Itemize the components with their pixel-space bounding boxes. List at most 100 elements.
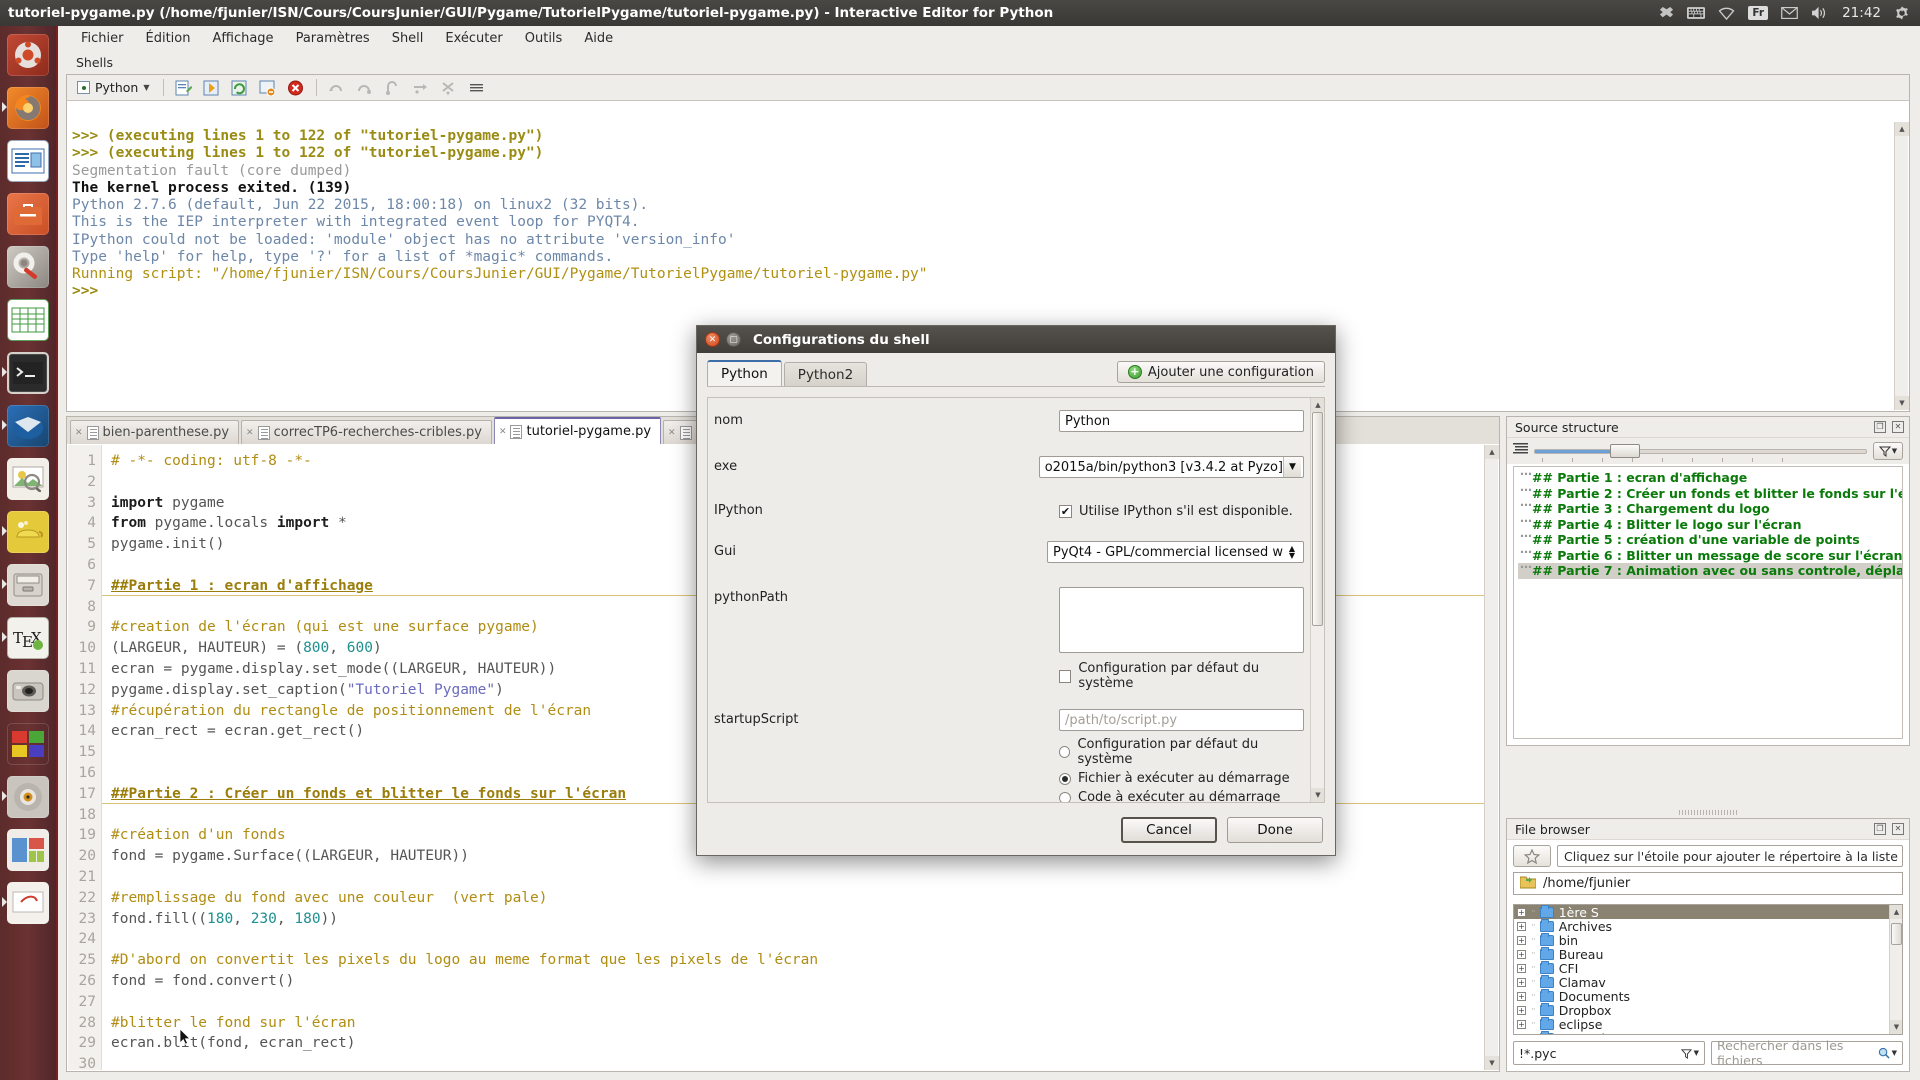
- power-gear-icon[interactable]: [1894, 5, 1910, 21]
- expand-icon[interactable]: +: [1517, 963, 1526, 973]
- wifi-icon[interactable]: [1718, 7, 1735, 20]
- pythonpath-default-checkbox[interactable]: [1059, 669, 1072, 683]
- tree-row[interactable]: + ·· Archives: [1514, 918, 1902, 934]
- radio-default[interactable]: [1059, 746, 1071, 758]
- pythonpath-textarea[interactable]: [1059, 587, 1304, 653]
- file-tree-scrollbar[interactable]: ▲ ▼: [1889, 905, 1902, 1034]
- launcher-item-firefox[interactable]: [2, 83, 54, 133]
- menu-aide[interactable]: Aide: [573, 28, 624, 49]
- expand-icon[interactable]: +: [1517, 907, 1526, 917]
- close-icon[interactable]: ✕: [499, 427, 507, 437]
- close-icon[interactable]: ✕: [705, 332, 720, 347]
- source-item[interactable]: ## Partie 3 : Chargement du logo: [1518, 498, 1902, 517]
- scroll-up-icon[interactable]: ▲: [1895, 122, 1909, 136]
- launcher-item-texmaker[interactable]: TEX: [2, 613, 54, 663]
- expand-icon[interactable]: +: [1517, 991, 1526, 1001]
- launcher-item-file-archiver[interactable]: [2, 560, 54, 610]
- filter-button[interactable]: ▼: [1873, 442, 1903, 460]
- close-icon[interactable]: ✕: [668, 428, 676, 438]
- mail-icon[interactable]: [1781, 7, 1798, 19]
- dock-splitter-handle[interactable]: [1678, 810, 1738, 815]
- menu-executer[interactable]: Exécuter: [434, 28, 513, 49]
- launcher-item-audio-player[interactable]: [2, 772, 54, 822]
- dialog-tab-python[interactable]: Python: [707, 360, 782, 386]
- launcher-item-colored-blocks[interactable]: [2, 719, 54, 769]
- menu-edition[interactable]: Édition: [135, 28, 202, 49]
- tree-row[interactable]: + ·· Bureau: [1514, 946, 1902, 962]
- scrollbar-thumb[interactable]: [1891, 923, 1902, 945]
- done-button[interactable]: Done: [1227, 817, 1323, 843]
- launcher-item-image-viewer[interactable]: [2, 454, 54, 504]
- tree-row[interactable]: + ·· CFI: [1514, 960, 1902, 976]
- launcher-item-iep-python-editor[interactable]: [2, 878, 54, 928]
- launcher-item-libreoffice-calc[interactable]: [2, 295, 54, 345]
- close-dock-icon[interactable]: ✕: [1892, 823, 1904, 835]
- ipython-checkbox-row[interactable]: ✔ Utilise IPython s'il est disponible.: [1059, 500, 1304, 519]
- menu-shell[interactable]: Shell: [381, 28, 435, 49]
- launcher-item-genie-lamp[interactable]: [2, 507, 54, 557]
- tree-row[interactable]: + ·· eclipse: [1514, 1016, 1902, 1032]
- exe-combobox[interactable]: o2015a/bin/python3 [v3.4.2 at Pyzo] ▼: [1038, 456, 1304, 478]
- form-scrollbar[interactable]: ▲ ▼: [1310, 398, 1324, 802]
- radio-code[interactable]: [1059, 791, 1071, 802]
- menu-fichier[interactable]: Fichier: [70, 28, 135, 49]
- close-icon[interactable]: ✕: [246, 428, 254, 438]
- tree-row[interactable]: + ·· Clamav: [1514, 974, 1902, 990]
- dialog-titlebar[interactable]: ✕ ▢ Configurations du shell: [697, 326, 1335, 353]
- scroll-up-icon[interactable]: ▲: [1485, 445, 1499, 459]
- file-browser-path-field[interactable]: /home/fjunier: [1513, 872, 1903, 895]
- expand-icon[interactable]: +: [1517, 949, 1526, 959]
- source-item[interactable]: ## Partie 7 : Animation avec ou sans con…: [1518, 560, 1902, 579]
- scroll-down-icon[interactable]: ▼: [1890, 1020, 1902, 1034]
- scroll-down-icon[interactable]: ▼: [1895, 396, 1909, 410]
- expand-icon[interactable]: +: [1517, 1019, 1526, 1029]
- source-item[interactable]: ## Partie 4 : Blitter le logo sur l'écra…: [1518, 514, 1902, 533]
- source-structure-list[interactable]: ## Partie 1 : ecran d'affichage ## Parti…: [1513, 466, 1903, 739]
- dropbox-icon[interactable]: [1659, 6, 1674, 21]
- launcher-item-software-center[interactable]: [2, 189, 54, 239]
- radio-file[interactable]: [1059, 772, 1071, 785]
- chevron-down-icon[interactable]: ▼: [1283, 457, 1301, 477]
- project-combo[interactable]: Cliquez sur l'étoile pour ajouter le rép…: [1557, 845, 1903, 867]
- shell-scrollbar[interactable]: ▲ ▼: [1894, 122, 1909, 410]
- scroll-up-icon[interactable]: ▲: [1311, 398, 1324, 412]
- new-shell-icon[interactable]: [173, 78, 195, 98]
- open-folder-icon[interactable]: [1519, 875, 1537, 893]
- close-shell-icon[interactable]: [257, 78, 279, 98]
- launcher-item-camera[interactable]: [2, 666, 54, 716]
- dialog-tab-python2[interactable]: Python2: [783, 362, 868, 386]
- expand-icon[interactable]: +: [1517, 1033, 1526, 1034]
- list-view-icon[interactable]: [1513, 442, 1528, 460]
- editor-tab-bien-parenthese[interactable]: ✕ bien-parenthese.py: [70, 420, 240, 444]
- source-item[interactable]: ## Partie 2 : Créer un fonds et blitter …: [1518, 483, 1902, 502]
- depth-slider[interactable]: [1534, 443, 1867, 462]
- launcher-item-ubuntu-dash[interactable]: [2, 30, 54, 80]
- restart-shell-icon[interactable]: [201, 78, 223, 98]
- file-filter-field[interactable]: !*.pyc ▼: [1513, 1041, 1705, 1065]
- expand-icon[interactable]: +: [1517, 1005, 1526, 1015]
- launcher-item-libreoffice-writer[interactable]: [2, 136, 54, 186]
- startupscript-option-code[interactable]: Code à exécuter au démarrage: [1059, 786, 1304, 802]
- close-dock-icon[interactable]: ✕: [1892, 421, 1904, 433]
- scrollbar-thumb[interactable]: [1312, 412, 1323, 626]
- menu-outils[interactable]: Outils: [514, 28, 574, 49]
- launcher-item-system-settings[interactable]: [2, 242, 54, 292]
- close-icon[interactable]: ✕: [75, 428, 83, 438]
- scroll-down-icon[interactable]: ▼: [1311, 788, 1324, 802]
- ipython-checkbox[interactable]: ✔: [1059, 505, 1072, 518]
- language-indicator[interactable]: Fr: [1748, 6, 1769, 20]
- scroll-up-icon[interactable]: ▲: [1890, 905, 1902, 919]
- scroll-down-icon[interactable]: ▼: [1485, 1056, 1499, 1070]
- gui-combobox[interactable]: PyQt4 - GPL/commercial licensed w ▲ ▼: [1047, 541, 1304, 563]
- source-item[interactable]: ## Partie 1 : ecran d'affichage: [1518, 467, 1902, 486]
- star-button[interactable]: [1513, 845, 1551, 867]
- stop-shell-icon[interactable]: [285, 78, 307, 98]
- maximize-icon[interactable]: ▢: [726, 332, 741, 347]
- spinner-arrows-icon[interactable]: ▲ ▼: [1283, 542, 1301, 562]
- file-search-field[interactable]: Rechercher dans les fichiers ▼: [1711, 1038, 1903, 1068]
- menu-affichage[interactable]: Affichage: [201, 28, 284, 49]
- startupscript-input[interactable]: /path/to/script.py: [1059, 709, 1304, 731]
- float-dock-icon[interactable]: ❐: [1874, 421, 1886, 433]
- cancel-button[interactable]: Cancel: [1121, 817, 1217, 843]
- editor-tab-tutoriel-pygame[interactable]: ✕ tutoriel-pygame.py: [493, 417, 662, 444]
